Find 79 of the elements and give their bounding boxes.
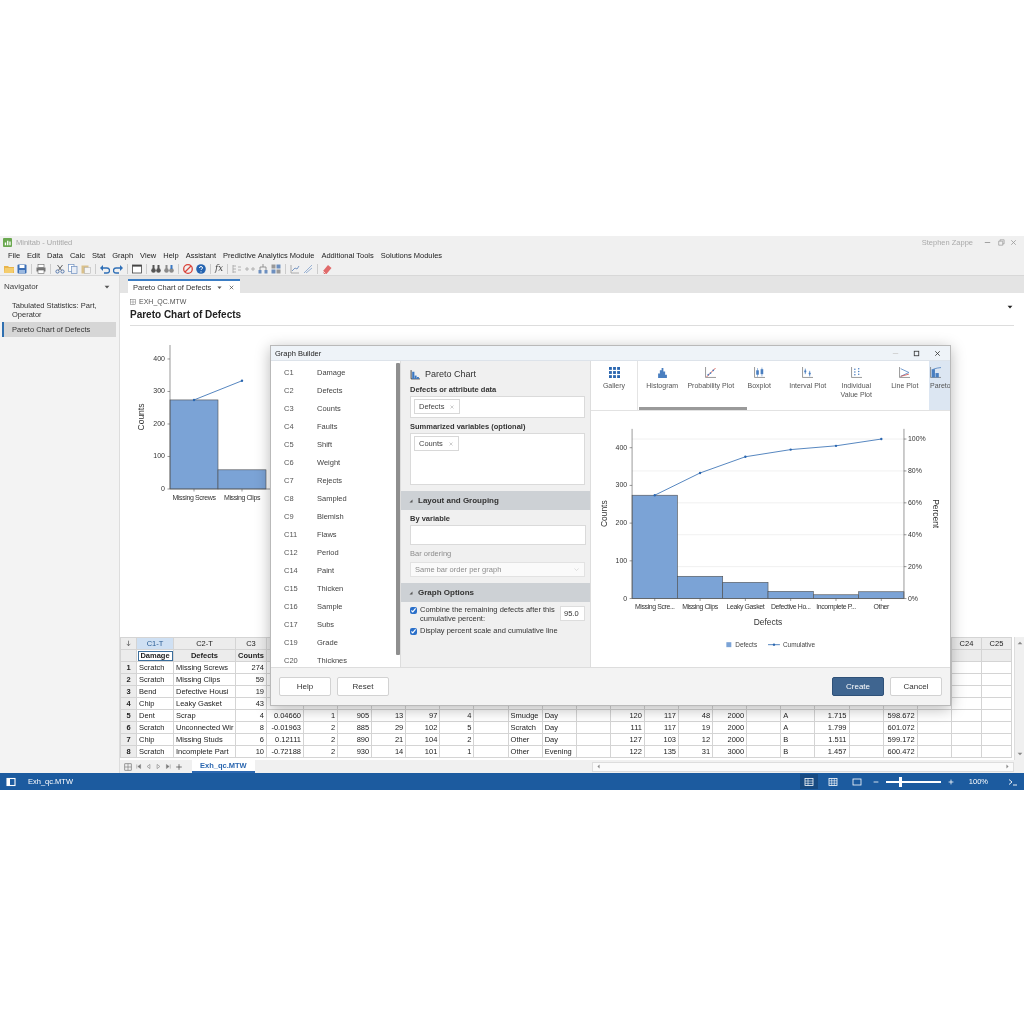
- save-icon[interactable]: [17, 263, 27, 274]
- input-field[interactable]: [410, 525, 586, 545]
- line-plot-icon: [899, 367, 911, 378]
- scroll-down-icon[interactable]: [1015, 750, 1024, 758]
- zoom-in-icon[interactable]: [946, 777, 955, 786]
- legend-swatch: [726, 642, 732, 648]
- grid-icon: [827, 776, 838, 787]
- checkbox[interactable]: [410, 628, 417, 636]
- binoculars-icon[interactable]: [164, 263, 174, 274]
- close-icon[interactable]: [228, 283, 236, 291]
- scrollbar-thumb[interactable]: [639, 407, 747, 410]
- formula-button[interactable]: fx: [215, 263, 223, 274]
- sheet-list-icon[interactable]: [124, 762, 132, 771]
- window-icon: [851, 776, 862, 787]
- slider-thumb[interactable]: [898, 776, 902, 787]
- legend-line: [767, 643, 781, 646]
- probability-plot-icon: [705, 367, 717, 378]
- axis-title: Counts: [136, 403, 146, 431]
- tree-icon[interactable]: [231, 263, 242, 274]
- panel-title: Navigator: [4, 282, 39, 292]
- undo-icon[interactable]: [100, 263, 110, 274]
- panel-title: Pareto Chart: [425, 368, 477, 380]
- binoculars-icon[interactable]: [151, 263, 161, 274]
- checkbox[interactable]: [410, 607, 417, 614]
- histogram-icon: [656, 367, 668, 378]
- remove-icon[interactable]: [449, 403, 456, 410]
- dialog-button[interactable]: Reset: [337, 677, 389, 696]
- copy-icon[interactable]: [68, 263, 78, 274]
- axis-title: Defects: [753, 617, 783, 628]
- table-icon: [803, 776, 814, 787]
- boxplot-icon: [753, 367, 765, 378]
- primary-button[interactable]: Create: [832, 677, 884, 696]
- hierarchy-icon[interactable]: [257, 263, 268, 274]
- axis-title: Counts: [599, 500, 610, 528]
- add-sheet-icon[interactable]: [175, 762, 183, 771]
- restore-icon[interactable]: [996, 238, 1005, 247]
- scrollbar-thumb[interactable]: [396, 363, 400, 655]
- next-sheet-icon[interactable]: [155, 763, 162, 770]
- app-logo: [3, 238, 12, 247]
- window-icon[interactable]: [132, 263, 142, 274]
- redo-icon[interactable]: [113, 263, 123, 274]
- output-title: Pareto Chart of Defects: [130, 309, 242, 322]
- panel-icon[interactable]: [6, 776, 16, 787]
- stop-icon[interactable]: [183, 263, 193, 274]
- eraser-icon[interactable]: [321, 263, 332, 274]
- help-icon[interactable]: [196, 263, 206, 274]
- horizontal-scrollbar[interactable]: [592, 761, 1014, 772]
- section-title: Graph Options: [418, 587, 474, 598]
- worksheet-icon: [130, 299, 136, 306]
- grid-icon[interactable]: [270, 263, 281, 274]
- last-sheet-icon[interactable]: [165, 763, 172, 770]
- printer-icon[interactable]: [36, 263, 46, 274]
- dialog-button[interactable]: Cancel: [890, 677, 942, 696]
- grid-icon: [608, 367, 620, 378]
- section-title: Layout and Grouping: [418, 495, 499, 506]
- dialog-button[interactable]: Help: [279, 677, 331, 696]
- cumulative-line: [192, 379, 244, 402]
- diagonal-lines-icon[interactable]: [302, 263, 313, 274]
- collapse-caret-icon[interactable]: [408, 497, 414, 504]
- view-button[interactable]: [799, 774, 818, 789]
- scroll-right-icon[interactable]: [1004, 763, 1011, 770]
- dot-plot-icon: [850, 367, 862, 378]
- line-chart-icon[interactable]: [289, 263, 300, 274]
- pareto-chart-icon: [410, 368, 421, 380]
- interval-plot-icon: [802, 367, 814, 378]
- terminal-icon[interactable]: [1008, 776, 1018, 787]
- maximize-icon[interactable]: [912, 348, 921, 358]
- pareto-chart-icon: [930, 367, 941, 378]
- sort-arrow-icon[interactable]: [125, 640, 132, 647]
- collapse-caret-icon[interactable]: [408, 589, 414, 596]
- close-icon[interactable]: [933, 348, 942, 358]
- axis-title: Percent: [930, 499, 941, 529]
- previous-sheet-icon[interactable]: [145, 763, 152, 770]
- first-sheet-icon[interactable]: [135, 763, 142, 770]
- paste-icon[interactable]: [81, 263, 91, 274]
- scroll-up-icon[interactable]: [1015, 639, 1024, 647]
- scissors-icon[interactable]: [55, 263, 65, 274]
- remove-icon[interactable]: [447, 440, 454, 447]
- scroll-left-icon[interactable]: [595, 763, 602, 770]
